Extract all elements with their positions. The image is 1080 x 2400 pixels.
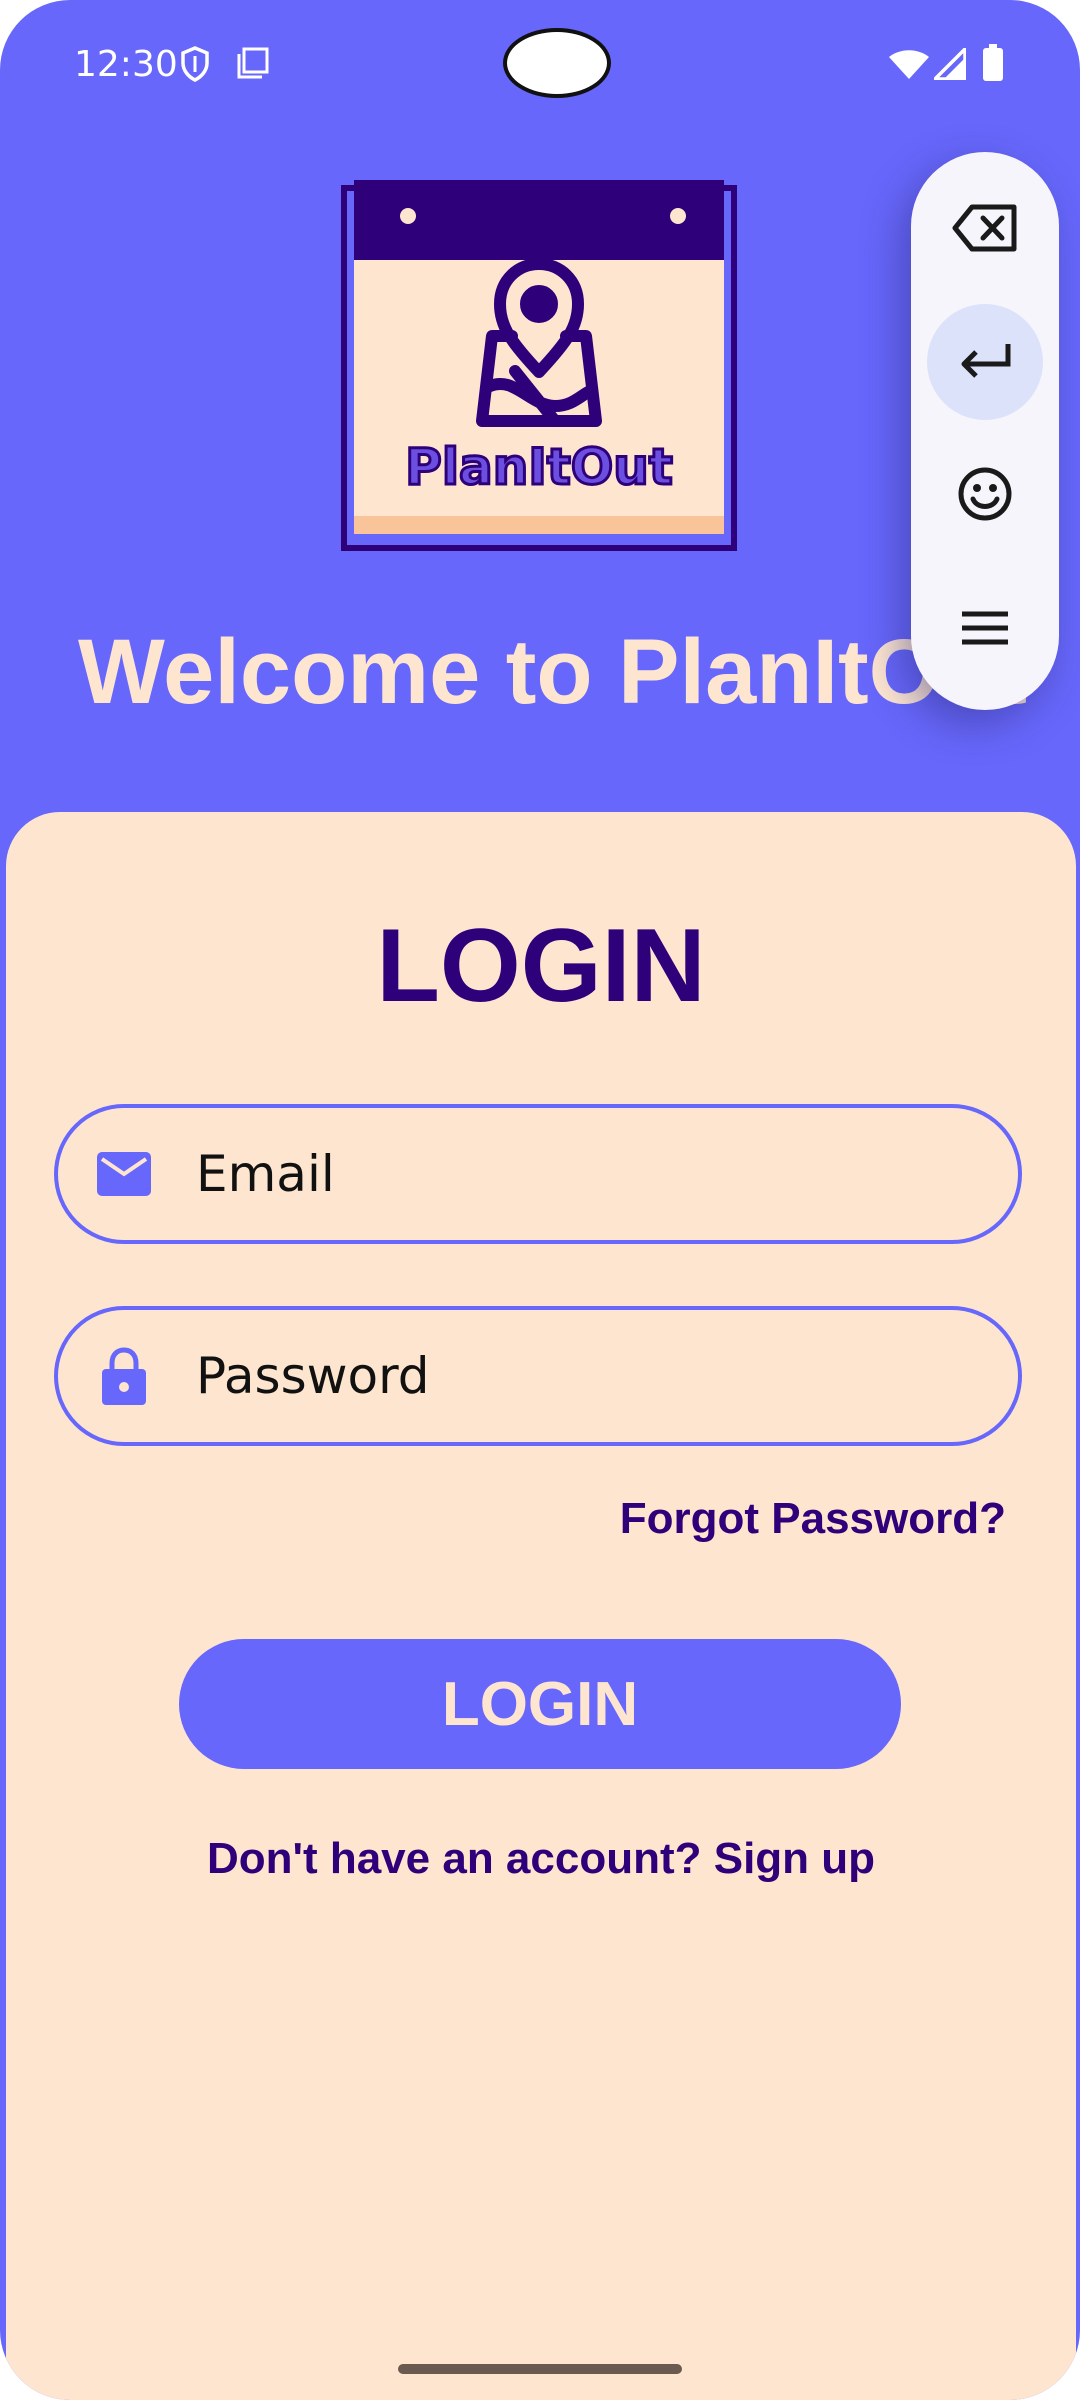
menu-button[interactable] xyxy=(927,572,1043,688)
lock-icon xyxy=(94,1347,154,1405)
backspace-button[interactable] xyxy=(927,172,1043,288)
email-icon xyxy=(94,1152,154,1196)
logo-text: PlanItOut xyxy=(404,437,675,498)
forgot-password-link[interactable]: Forgot Password? xyxy=(620,1494,1006,1544)
signup-link[interactable]: Don't have an account? Sign up xyxy=(6,1834,1076,1884)
email-field[interactable]: Email xyxy=(54,1104,1022,1244)
app-screen: 12:30 PlanItOut Welcome to PlanItOut LOG… xyxy=(0,0,1080,2400)
screenshot-icon xyxy=(236,46,270,85)
battery-icon xyxy=(982,44,1004,87)
shield-icon xyxy=(180,46,210,87)
emoji-button[interactable] xyxy=(927,438,1043,554)
password-placeholder: Password xyxy=(196,1347,430,1405)
gesture-home-bar[interactable] xyxy=(398,2364,682,2374)
login-card: LOGIN Email Password Forgot Password? LO… xyxy=(6,812,1076,2400)
menu-icon xyxy=(960,610,1010,651)
status-time: 12:30 xyxy=(74,44,178,85)
emoji-icon xyxy=(958,467,1012,526)
login-title: LOGIN xyxy=(376,908,706,1024)
welcome-heading: Welcome to PlanItOut xyxy=(78,621,1028,723)
enter-button[interactable] xyxy=(927,304,1043,420)
password-field[interactable]: Password xyxy=(54,1306,1022,1446)
signal-icon xyxy=(930,44,967,85)
email-placeholder: Email xyxy=(196,1145,335,1203)
app-logo: PlanItOut xyxy=(340,176,738,552)
login-button[interactable]: LOGIN xyxy=(179,1639,901,1769)
wifi-icon xyxy=(888,48,930,85)
front-camera xyxy=(503,28,611,98)
enter-icon xyxy=(958,340,1012,385)
floating-keyboard-toolbar xyxy=(911,152,1059,710)
backspace-icon xyxy=(952,204,1018,257)
